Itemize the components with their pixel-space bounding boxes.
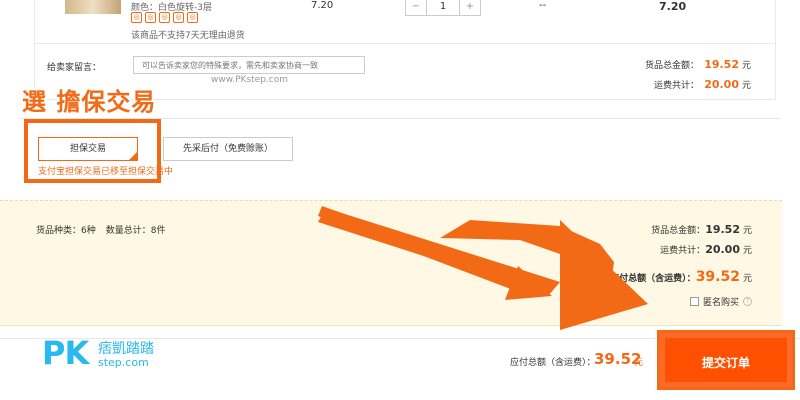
discount-value: -- [539,0,547,11]
quantity-decrease-button[interactable]: − [406,0,426,15]
logo-mark: PK [42,334,89,372]
no-return-notice: 该商品不支持7天无理由退货 [131,31,245,41]
service-badge-icon: ◎ [187,12,198,23]
payment-option-pay-later[interactable]: 先采后付（免费赊账） [163,137,293,161]
freight-total-amount: 20.00 [704,78,739,91]
service-badge-icon: ◎ [173,12,184,23]
row-total: 7.20 [659,0,687,13]
summary-goods-label: 货品总金额： [651,226,706,236]
service-badge-icon: ◎ [131,12,142,23]
quantity-input[interactable]: 1 [426,0,460,15]
currency-unit: 元 [741,81,751,91]
summary-payable-label: 应付总额（含运费）： [610,274,696,284]
bottom-currency-unit: 元 [634,358,644,368]
site-logo: PK 痞凱踏踏 step.com [42,334,172,374]
annotation-title: 選 擔保交易 [22,88,157,116]
quantity-total-value: 8件 [150,226,166,236]
product-row: 颜色：白色旋转-3层 ◎ ◎ ◎ ◎ ◎ 该商品不支持7天无理由退货 7.20 … [34,0,776,44]
currency-unit: 元 [742,274,752,284]
help-icon[interactable]: ? [743,297,752,306]
seller-message-label: 给卖家留言： [47,63,102,73]
quantity-total-label: 数量总计： [105,226,151,236]
product-thumbnail[interactable] [65,0,121,14]
seller-message-input[interactable] [133,56,365,74]
order-summary-panel: 货品种类：6种 数量总计：8件 货品总金额：19.52 元 运费共计：20.00 元 … [0,200,782,326]
item-kinds-summary: 货品种类：6种 数量总计：8件 [36,223,166,236]
quantity-stepper: − 1 + [405,0,481,16]
anonymous-purchase-option[interactable]: 匿名购买 ? [689,295,752,308]
kinds-value: 6种 [81,226,96,236]
currency-unit: 元 [742,226,752,236]
submit-order-label: 提交订单 [701,356,750,370]
summary-freight-line: 运费共计：20.00 元 [660,243,752,256]
summary-payable-line: 应付总额（含运费）：39.52 元 [610,269,752,285]
summary-freight-label: 运费共计： [660,246,706,256]
summary-goods-line: 货品总金额：19.52 元 [651,223,752,236]
logo-chinese-text: 痞凱踏踏 [98,341,154,357]
service-badge-icon: ◎ [159,12,170,23]
annotation-highlight-box [24,119,161,183]
logo-english-text: step.com [98,356,149,369]
goods-total-label: 货品总金额： [644,61,699,71]
quantity-increase-button[interactable]: + [460,0,480,15]
currency-unit: 元 [741,61,751,71]
submit-order-button[interactable]: 提交订单 [657,330,795,390]
unit-price: 7.20 [311,0,334,11]
service-badges: ◎ ◎ ◎ ◎ ◎ [131,12,198,23]
anonymous-label: 匿名购买 [702,298,739,308]
bottom-payable-label: 应付总额（含运费）： [510,358,596,368]
service-badge-icon: ◎ [145,12,156,23]
summary-payable-amount: 39.52 [695,269,740,285]
watermark-url: www.PKstep.com [211,75,288,85]
anonymous-checkbox[interactable] [689,297,699,306]
order-confirm-page: 颜色：白色旋转-3层 ◎ ◎ ◎ ◎ ◎ 该商品不支持7天无理由退货 7.20 … [0,0,800,400]
currency-unit: 元 [742,246,752,256]
goods-total-line: 货品总金额： 19.52 元 [645,58,751,71]
freight-total-label: 运费共计： [653,81,699,91]
freight-total-line: 运费共计： 20.00 元 [654,78,751,91]
kinds-label: 货品种类： [36,226,82,236]
summary-goods-amount: 19.52 [705,223,740,236]
summary-freight-amount: 20.00 [705,243,740,256]
goods-total-amount: 19.52 [704,58,739,71]
